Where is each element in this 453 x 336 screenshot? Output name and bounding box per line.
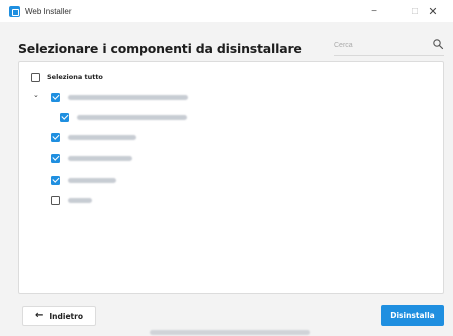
component-checkbox[interactable] (51, 132, 60, 142)
component-label-obscured (68, 94, 188, 100)
search-icon[interactable] (432, 38, 444, 50)
select-all-checkbox[interactable] (31, 72, 40, 82)
component-checkbox[interactable] (51, 153, 60, 163)
copyright-text-obscured (150, 330, 310, 335)
component-label-obscured (68, 155, 132, 161)
components-panel: Seleziona tutto ⌄ (18, 61, 444, 294)
back-button-label: Indietro (49, 311, 83, 321)
component-checkbox[interactable] (51, 92, 60, 102)
back-button[interactable]: ← Indietro (22, 306, 96, 326)
component-checkbox[interactable] (60, 112, 69, 122)
component-row[interactable] (51, 173, 116, 187)
component-row[interactable] (51, 90, 188, 104)
title-bar: Web Installer − □ ✕ (0, 0, 453, 22)
arrow-left-icon: ← (35, 310, 44, 321)
search-box (334, 34, 444, 56)
uninstall-button[interactable]: Disinstalla (381, 305, 444, 326)
expand-toggle-icon[interactable]: ⌄ (33, 91, 39, 99)
component-row[interactable] (51, 193, 92, 207)
component-row[interactable] (51, 151, 132, 165)
component-checkbox[interactable] (51, 175, 60, 185)
minimize-button[interactable]: − (354, 0, 394, 22)
component-checkbox[interactable] (51, 195, 60, 205)
select-all-row[interactable]: Seleziona tutto (31, 70, 103, 84)
app-logo-icon (9, 5, 20, 17)
close-button[interactable]: ✕ (413, 0, 453, 22)
component-row[interactable] (51, 130, 136, 144)
window-title: Web Installer (25, 6, 72, 16)
component-label-obscured (68, 197, 92, 203)
component-label-obscured (68, 177, 116, 183)
component-row[interactable] (60, 110, 187, 124)
component-label-obscured (77, 114, 187, 120)
search-input[interactable] (334, 35, 426, 56)
select-all-label: Seleziona tutto (47, 73, 103, 81)
page-title: Selezionare i componenti da disinstallar… (18, 41, 302, 56)
component-label-obscured (68, 134, 136, 140)
